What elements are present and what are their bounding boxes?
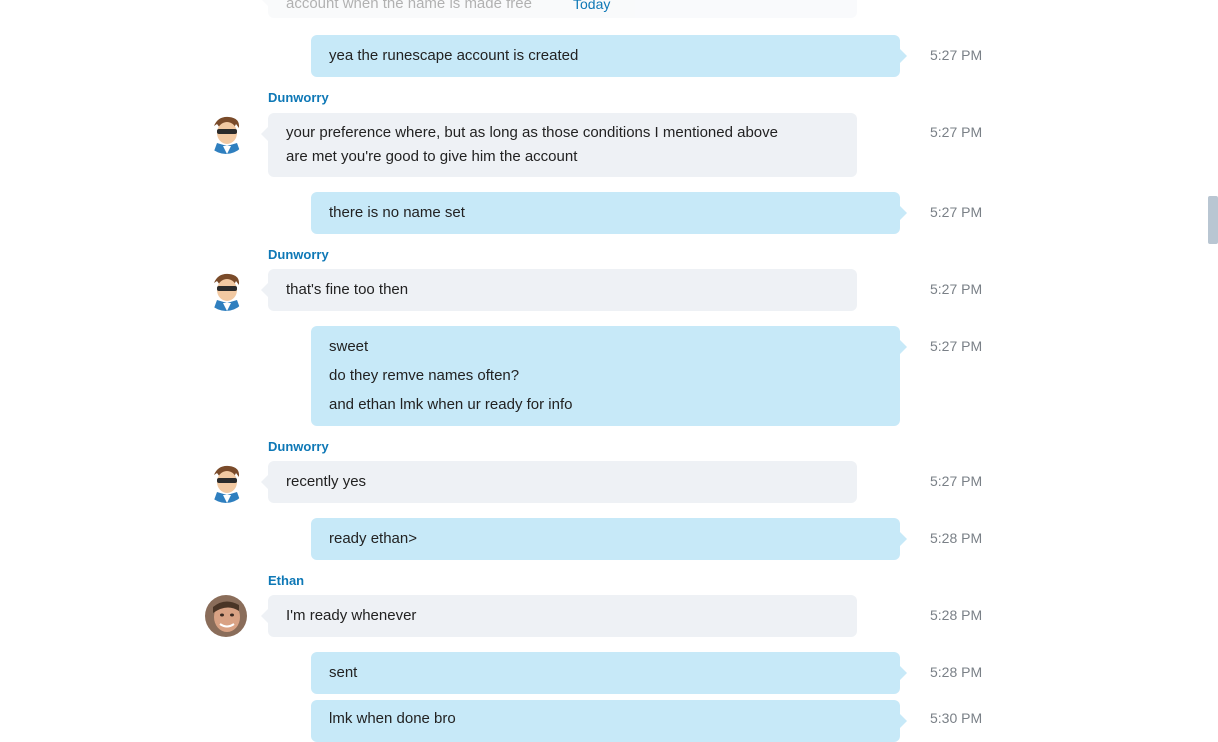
message-bubble[interactable]: that's fine too then (261, 269, 857, 311)
message-bubble[interactable]: sweet do they remve names often? and eth… (311, 326, 907, 426)
cartoon-avatar-icon (205, 269, 247, 311)
sender-name[interactable]: Dunworry (268, 439, 329, 454)
message-text: your preference where, but as long as th… (286, 124, 778, 141)
avatar[interactable] (205, 112, 247, 154)
message-bubble[interactable]: yea the runescape account is created (311, 35, 907, 77)
sender-name[interactable]: Dunworry (268, 90, 329, 105)
faded-message-text: account when the name is made free (286, 0, 532, 12)
message-timestamp: 5:28 PM (930, 664, 983, 680)
message-bubble[interactable]: recently yes (261, 461, 857, 503)
message-timestamp: 5:27 PM (930, 338, 983, 354)
message-timestamp: 5:28 PM (930, 530, 983, 546)
message-bubble[interactable]: lmk when done bro (311, 700, 907, 742)
faded-message-bubble[interactable]: account when the name is made free (261, 0, 857, 18)
message-timestamp: 5:27 PM (930, 47, 983, 63)
cartoon-avatar-icon (205, 461, 247, 503)
message-text: sweet (329, 338, 369, 355)
message-text: sent (329, 664, 358, 681)
message-timestamp: 5:27 PM (930, 204, 983, 220)
message-bubble[interactable]: ready ethan> (311, 518, 907, 560)
message-text: yea the runescape account is created (329, 47, 579, 64)
scrollbar-thumb[interactable] (1208, 196, 1218, 244)
user-photo-avatar (205, 595, 247, 637)
message-timestamp: 5:30 PM (930, 710, 983, 726)
message-bubble[interactable]: I'm ready whenever (261, 595, 857, 637)
message-bubble[interactable]: sent (311, 652, 907, 694)
message-bubble[interactable]: your preference where, but as long as th… (261, 113, 857, 177)
message-text: are met you're good to give him the acco… (286, 148, 578, 165)
message-text: ready ethan> (329, 530, 417, 547)
message-text: and ethan lmk when ur ready for info (329, 396, 573, 413)
message-text: I'm ready whenever (286, 607, 417, 624)
cartoon-avatar-icon (205, 112, 247, 154)
avatar[interactable] (205, 595, 247, 637)
message-bubble[interactable]: there is no name set (311, 192, 907, 234)
message-timestamp: 5:27 PM (930, 281, 983, 297)
message-text: that's fine too then (286, 281, 409, 298)
sender-name[interactable]: Dunworry (268, 247, 329, 262)
message-text: lmk when done bro (329, 710, 456, 727)
avatar[interactable] (205, 269, 247, 311)
message-text: recently yes (286, 473, 367, 490)
message-timestamp: 5:27 PM (930, 473, 983, 489)
message-timestamp: 5:27 PM (930, 124, 983, 140)
message-text: do they remve names often? (329, 367, 520, 384)
avatar[interactable] (205, 461, 247, 503)
message-text: there is no name set (329, 204, 465, 221)
sender-name[interactable]: Ethan (268, 573, 304, 588)
date-divider-today: Today (573, 0, 611, 12)
message-timestamp: 5:28 PM (930, 607, 983, 623)
